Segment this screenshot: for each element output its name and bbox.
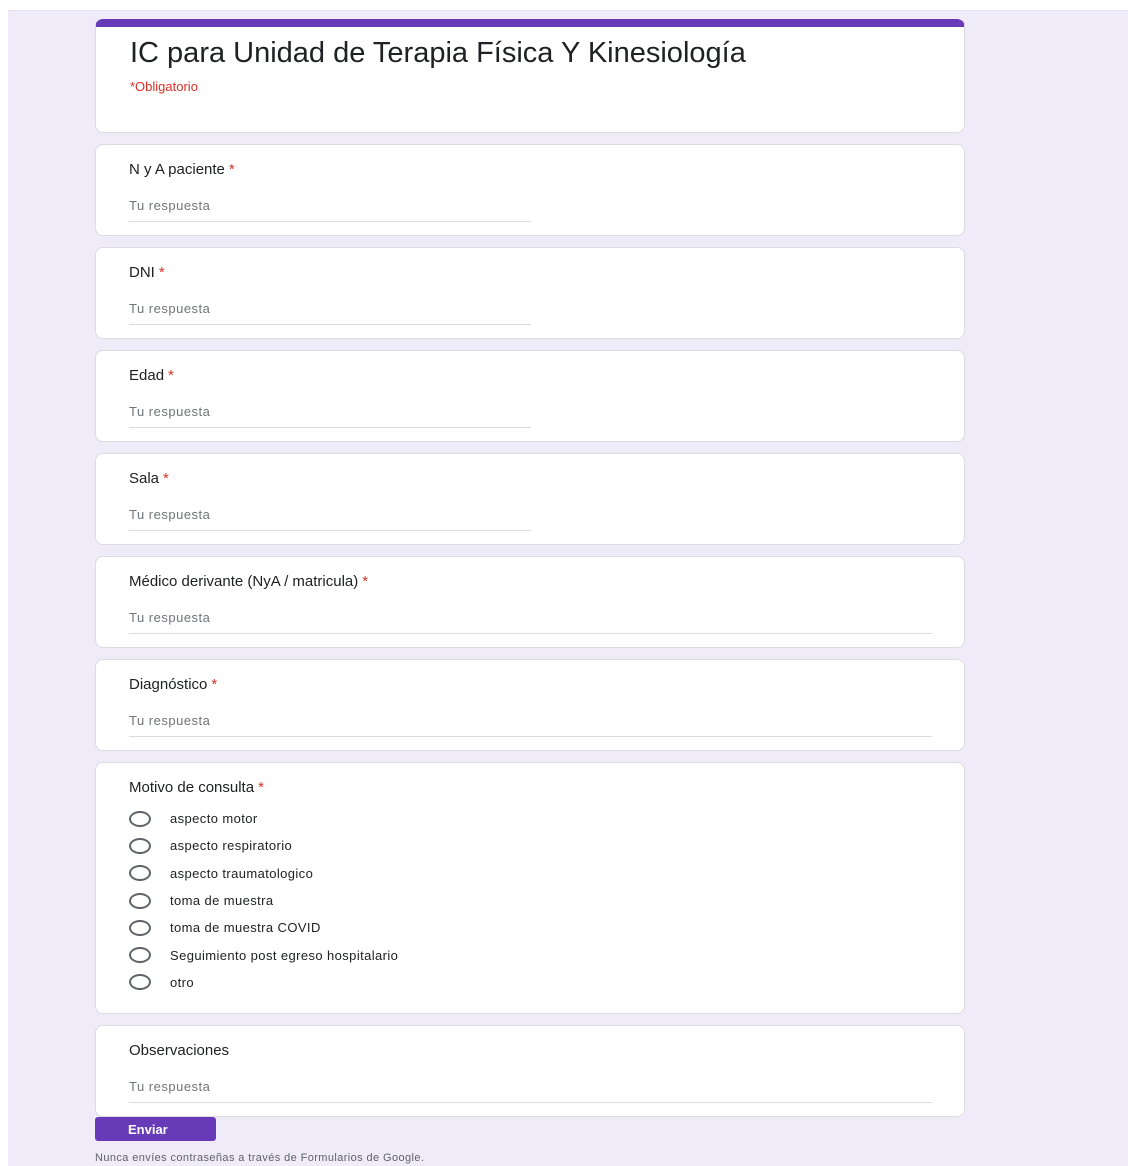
submit-row: Enviar — [95, 1117, 216, 1141]
question-label: N y A paciente * — [129, 161, 964, 179]
observaciones-input[interactable]: Tu respuesta — [129, 1079, 932, 1103]
question-label: Sala * — [129, 470, 964, 488]
top-bar — [0, 0, 1128, 11]
form-page: IC para Unidad de Terapia Física Y Kines… — [0, 0, 1128, 1166]
sala-input[interactable]: Tu respuesta — [129, 507, 531, 531]
required-star: * — [211, 676, 218, 693]
edad-input[interactable]: Tu respuesta — [129, 404, 531, 428]
radio-circle-icon[interactable] — [129, 892, 151, 909]
radio-option-toma-de-muestra-covid[interactable]: toma de muestra COVID — [129, 914, 964, 941]
required-star: * — [158, 264, 165, 281]
radio-circle-icon[interactable] — [129, 865, 151, 882]
radio-option-label: aspecto motor — [170, 811, 258, 827]
radio-option-label: otro — [170, 974, 195, 990]
submit-button[interactable]: Enviar — [95, 1117, 216, 1141]
question-dni: DNI * Tu respuesta — [95, 247, 965, 339]
question-sala: Sala * Tu respuesta — [95, 453, 965, 545]
question-label: DNI * — [129, 264, 964, 282]
radio-circle-icon[interactable] — [129, 919, 151, 936]
question-label: Diagnóstico * — [129, 676, 964, 694]
question-motivo-consulta: Motivo de consulta * aspecto motor aspect… — [95, 762, 965, 1014]
question-label-text: DNI — [129, 264, 155, 281]
question-label-text: Edad — [129, 367, 165, 384]
question-label: Edad * — [129, 367, 964, 385]
radio-option-label: toma de muestra — [170, 893, 274, 909]
radio-group: aspecto motor aspecto respiratorio aspec… — [129, 805, 964, 996]
radio-option-label: toma de muestra COVID — [170, 920, 321, 936]
question-label-text: Diagnóstico — [129, 676, 208, 693]
question-nombre-apellido: N y A paciente * Tu respuesta — [95, 144, 965, 236]
footer-note: Nunca envíes contraseñas a través de For… — [95, 1152, 425, 1164]
dni-input[interactable]: Tu respuesta — [129, 301, 531, 325]
nombre-apellido-input[interactable]: Tu respuesta — [129, 198, 531, 222]
required-star: * — [258, 779, 264, 796]
question-label-text: Motivo de consulta — [129, 779, 255, 796]
diagnostico-input[interactable]: Tu respuesta — [129, 713, 932, 737]
radio-option-aspecto-traumatologico[interactable]: aspecto traumatologico — [129, 860, 964, 887]
required-star: * — [362, 573, 369, 590]
form-column: IC para Unidad de Terapia Física Y Kines… — [95, 19, 965, 1128]
radio-option-aspecto-respiratorio[interactable]: aspecto respiratorio — [129, 832, 964, 859]
radio-option-toma-de-muestra[interactable]: toma de muestra — [129, 887, 964, 914]
question-label-text: Médico derivante (NyA / matricula) — [129, 573, 359, 590]
question-label: Médico derivante (NyA / matricula) * — [129, 573, 964, 591]
radio-circle-icon[interactable] — [129, 947, 151, 964]
question-medico-derivante: Médico derivante (NyA / matricula) * Tu r… — [95, 556, 965, 648]
question-observaciones: Observaciones Tu respuesta — [95, 1025, 965, 1117]
radio-option-label: Seguimiento post egreso hospitalario — [170, 947, 399, 963]
form-title: IC para Unidad de Terapia Física Y Kines… — [130, 37, 746, 69]
radio-option-label: aspecto traumatologico — [170, 865, 314, 881]
radio-option-aspecto-motor[interactable]: aspecto motor — [129, 805, 964, 832]
radio-circle-icon[interactable] — [129, 837, 151, 854]
radio-circle-icon[interactable] — [129, 974, 151, 991]
required-star: * — [168, 367, 174, 384]
radio-option-seguimiento-post-egreso[interactable]: Seguimiento post egreso hospitalario — [129, 941, 964, 968]
question-edad: Edad * Tu respuesta — [95, 350, 965, 442]
required-note: *Obligatorio — [130, 79, 198, 94]
medico-derivante-input[interactable]: Tu respuesta — [129, 610, 932, 634]
form-header-card: IC para Unidad de Terapia Física Y Kines… — [95, 19, 965, 133]
radio-circle-icon[interactable] — [129, 810, 151, 827]
radio-option-label: aspecto respiratorio — [170, 838, 293, 854]
question-label: Observaciones — [129, 1042, 964, 1060]
required-star: * — [163, 470, 169, 487]
question-label: Motivo de consulta * — [129, 779, 964, 797]
left-edge — [0, 0, 8, 1166]
radio-option-otro[interactable]: otro — [129, 969, 964, 996]
question-label-text: Sala — [129, 470, 160, 487]
required-star: * — [228, 161, 235, 178]
question-diagnostico: Diagnóstico * Tu respuesta — [95, 659, 965, 751]
question-label-text: N y A paciente — [129, 161, 225, 178]
question-label-text: Observaciones — [129, 1042, 230, 1059]
